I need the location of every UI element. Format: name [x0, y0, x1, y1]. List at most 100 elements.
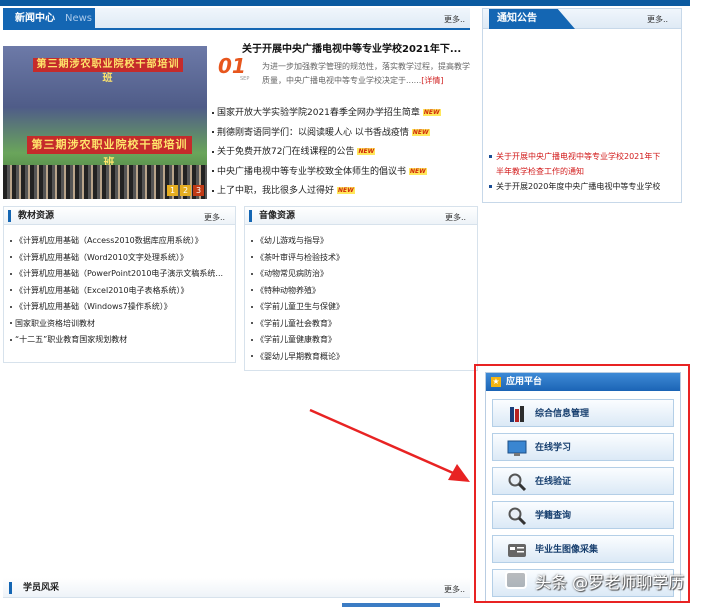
bullet-icon	[10, 256, 12, 258]
top-nav-bar	[0, 0, 720, 6]
news-section-header: 新闻中心 News 更多..	[3, 8, 470, 30]
slide-page-3[interactable]: 3	[193, 185, 204, 196]
bullet-icon	[212, 170, 214, 172]
media-title: 音像资源	[259, 211, 296, 221]
headline-date: 01 SEP	[218, 54, 250, 86]
students-more-link[interactable]: 更多..	[444, 584, 465, 595]
list-item[interactable]: 《计算机应用基础（PowerPoint2010电子演示文稿系统...	[10, 266, 223, 283]
annotation-arrow-icon	[309, 408, 470, 482]
bullet-icon	[489, 185, 492, 188]
headline-date-month: SEP	[240, 76, 250, 82]
list-item[interactable]: 国家开放大学实验学院2021春季全网办学招生简章 NEW	[212, 104, 441, 124]
list-item[interactable]: 中央广播电视中等专业学校致全体师生的倡议书 NEW	[212, 163, 441, 183]
textbook-title: 教材资源	[18, 211, 55, 221]
bullet-icon	[212, 131, 214, 133]
bullet-icon	[212, 150, 214, 153]
list-item[interactable]: 《计算机应用基础（Windows7操作系统）》	[10, 299, 223, 316]
notice-more-link[interactable]: 更多..	[647, 14, 668, 25]
new-badge-icon: NEW	[422, 109, 441, 116]
watermark-text: 头条 @罗老师聊学历	[535, 573, 685, 592]
news-title: 新闻中心	[15, 13, 55, 24]
list-item[interactable]: 《幼儿游戏与指导》	[251, 233, 344, 250]
media-more-link[interactable]: 更多..	[445, 212, 466, 223]
header-bar-icon	[8, 210, 11, 222]
list-item[interactable]: 荆德刚寄语同学们：以阅读暖人心 以书香战疫情 NEW	[212, 124, 441, 144]
detail-link[interactable]: [详情]	[421, 76, 443, 85]
bullet-icon	[212, 189, 214, 192]
headline-summary: 为进一步加强教学管理的规范性，落实教学过程，提高教学质量，中央广播电视中等专业学…	[262, 60, 476, 88]
news-item-text: 中央广播电视中等专业学校致全体师生的倡议书	[217, 166, 407, 177]
news-item-text: 荆德刚寄语同学们：以阅读暖人心 以书香战疫情	[217, 127, 409, 138]
slide-pager: 1 2 3	[167, 185, 204, 196]
bullet-icon	[10, 272, 12, 275]
news-list: 国家开放大学实验学院2021春季全网办学招生简章 NEW 荆德刚寄语同学们：以阅读…	[212, 104, 441, 202]
students-title: 学员风采	[23, 583, 60, 593]
bullet-icon	[251, 322, 253, 324]
list-item[interactable]: 关于开展2020年度中央广播电视中等专业学校	[489, 179, 660, 194]
list-item[interactable]: 《计算机应用基础（Word2010文字处理系统）》	[10, 250, 223, 267]
list-item[interactable]: 半年教学检查工作的通知	[489, 164, 660, 179]
news-title-en: News	[65, 13, 93, 24]
bullet-icon	[10, 338, 12, 341]
students-header: 学员风采 更多..	[3, 578, 470, 598]
news-headline[interactable]: 关于开展中央广播电视中等专业学校2021年下...	[242, 40, 461, 55]
list-item[interactable]: 《计算机应用基础（Access2010数据库应用系统）》	[10, 233, 223, 250]
slide-page-1[interactable]: 1	[167, 185, 178, 196]
list-item[interactable]: 关于免费开放72门在线课程的公告 NEW	[212, 143, 441, 163]
new-badge-icon: NEW	[409, 167, 427, 175]
textbook-header: 教材资源 更多..	[4, 207, 235, 225]
list-item[interactable]: 《婴幼儿早期教育概论》	[251, 349, 344, 366]
list-item[interactable]: 《学前儿童健康教育》	[251, 332, 344, 349]
media-list: 《幼儿游戏与指导》 《茶叶审评与检验技术》 《动物常见病防治》 《特种动物养殖》…	[251, 233, 344, 365]
notice-header: 通知公告 更多..	[483, 9, 681, 29]
bullet-icon	[10, 239, 12, 242]
list-item[interactable]: 《茶叶审评与检验技术》	[251, 250, 344, 267]
bullet-icon	[489, 155, 492, 158]
new-badge-icon: NEW	[411, 128, 430, 136]
list-item[interactable]: 《学前儿童卫生与保健》	[251, 299, 344, 316]
news-item-text: 关于免费开放72门在线课程的公告	[217, 147, 355, 157]
slide-page-2[interactable]: 2	[180, 185, 191, 196]
camera-icon	[505, 571, 527, 589]
news-tab[interactable]: 新闻中心 News	[3, 8, 95, 30]
media-panel: 音像资源 更多.. 《幼儿游戏与指导》 《茶叶审评与检验技术》 《动物常见病防治…	[244, 206, 478, 371]
media-header: 音像资源 更多..	[245, 207, 477, 225]
headline-date-day: 01	[218, 54, 246, 78]
list-item[interactable]: 上了中职，我比很多人过得好 NEW	[212, 182, 441, 202]
list-item[interactable]: 《动物常见病防治》	[251, 266, 344, 283]
bullet-icon	[251, 355, 253, 357]
bullet-icon	[251, 272, 253, 275]
list-item[interactable]: “十二五”职业教育国家规划教材	[10, 332, 223, 349]
list-item[interactable]: 《计算机应用基础（Excel2010电子表格系统）》	[10, 283, 223, 300]
bullet-icon	[10, 289, 12, 291]
header-bar-icon	[9, 582, 12, 594]
bullet-icon	[251, 239, 253, 242]
slide-banner-top: 第三期涉农职业院校干部培训班	[33, 58, 183, 84]
bullet-icon	[251, 305, 253, 308]
news-more-link[interactable]: 更多..	[444, 14, 465, 25]
header-bar-icon	[249, 210, 252, 222]
new-badge-icon: NEW	[357, 148, 376, 155]
news-slideshow[interactable]: 第三期涉农职业院校干部培训班 第三期涉农职业院校干部培训班 1 2 3	[3, 46, 207, 199]
new-badge-icon: NEW	[337, 187, 355, 194]
bullet-icon	[251, 256, 253, 258]
news-item-text: 国家开放大学实验学院2021春季全网办学招生简章	[217, 108, 420, 118]
notice-title[interactable]: 通知公告	[489, 9, 575, 29]
watermark: 头条 @罗老师聊学历	[505, 565, 715, 595]
bullet-icon	[212, 111, 214, 114]
textbook-list: 《计算机应用基础（Access2010数据库应用系统）》 《计算机应用基础（Wo…	[10, 233, 223, 349]
bottom-tab-bar	[342, 603, 440, 607]
bullet-icon	[10, 322, 12, 324]
list-item[interactable]: 《特种动物养殖》	[251, 283, 344, 300]
list-item[interactable]: 国家职业资格培训教材	[10, 316, 223, 333]
list-item[interactable]: 关于开展中央广播电视中等专业学校2021年下	[489, 149, 660, 164]
textbook-more-link[interactable]: 更多..	[204, 212, 225, 223]
notice-list: 关于开展中央广播电视中等专业学校2021年下 半年教学检查工作的通知 关于开展2…	[489, 149, 660, 194]
notice-panel: 通知公告 更多.. 关于开展中央广播电视中等专业学校2021年下 半年教学检查工…	[482, 8, 682, 203]
bullet-icon	[251, 289, 253, 291]
news-item-text: 上了中职，我比很多人过得好	[217, 186, 335, 196]
bullet-icon	[251, 338, 253, 341]
list-item[interactable]: 《学前儿童社会教育》	[251, 316, 344, 333]
bullet-icon	[10, 305, 12, 308]
slide-banner-main: 第三期涉农职业院校干部培训班	[27, 136, 192, 169]
